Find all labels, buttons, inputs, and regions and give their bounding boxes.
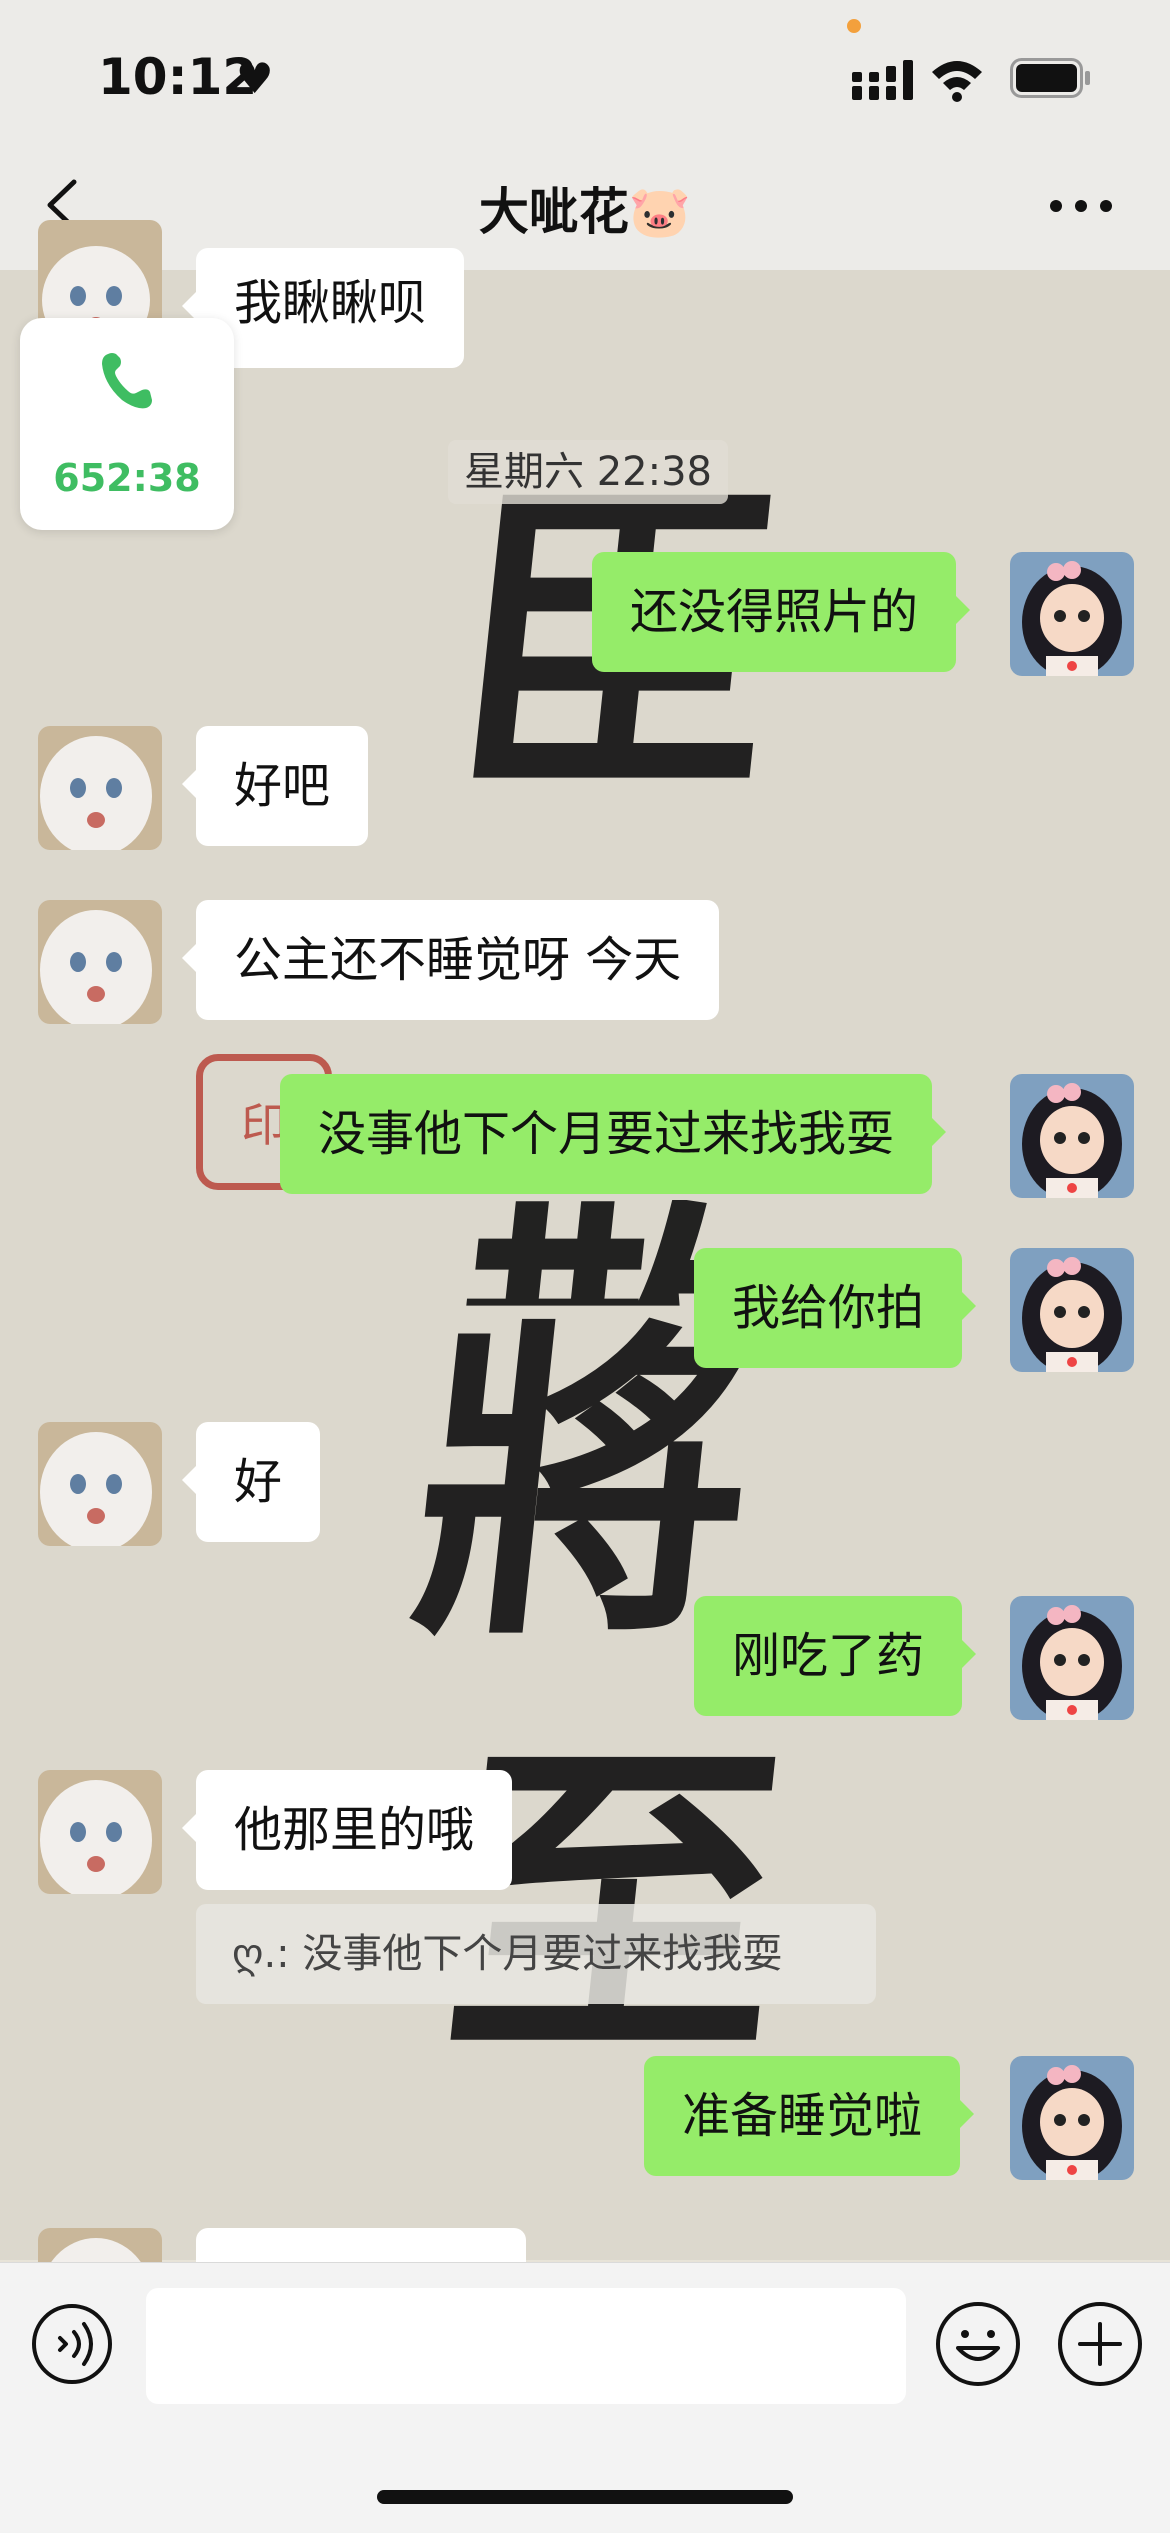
self-avatar[interactable] bbox=[1010, 1248, 1134, 1372]
contact-avatar[interactable] bbox=[38, 1422, 162, 1546]
chat-title: 大呲花🐷 bbox=[478, 183, 692, 241]
heart-icon: ♥ bbox=[236, 54, 274, 103]
incoming-message-bubble[interactable]: 公主还不睡觉呀 今天 bbox=[181, 900, 720, 1020]
privacy-indicator-dot bbox=[847, 19, 861, 33]
status-time: 10:12 bbox=[98, 48, 258, 106]
incoming-message-bubble[interactable] bbox=[182, 2228, 526, 2300]
wifi-icon bbox=[932, 61, 982, 102]
signal-icon bbox=[852, 60, 913, 100]
status-bar: 10:12 ♥ bbox=[0, 0, 1170, 150]
self-avatar[interactable] bbox=[1010, 1074, 1134, 1198]
battery-icon bbox=[1010, 58, 1090, 98]
voice-icon[interactable] bbox=[30, 2302, 114, 2386]
contact-avatar[interactable] bbox=[38, 900, 162, 1024]
outgoing-message-bubble[interactable]: 准备睡觉啦 bbox=[644, 2056, 975, 2176]
call-duration: 652:38 bbox=[53, 456, 201, 500]
outgoing-message-bubble[interactable]: 刚吃了药 bbox=[694, 1596, 977, 1716]
outgoing-message-bubble[interactable]: 还没得照片的 bbox=[592, 552, 971, 672]
incoming-message-bubble[interactable]: 好 bbox=[181, 1422, 321, 1542]
quoted-message[interactable]: ღ.: 没事他下个月要过来找我耍 bbox=[196, 1904, 876, 2004]
incoming-message-bubble[interactable]: 我瞅瞅呗 bbox=[181, 248, 465, 368]
contact-avatar[interactable] bbox=[38, 726, 162, 850]
ongoing-call-card[interactable]: 652:38 bbox=[20, 318, 234, 530]
message-timestamp: 星期六 22:38 bbox=[448, 440, 728, 504]
more-icon[interactable] bbox=[1048, 196, 1114, 216]
outgoing-message-bubble[interactable]: 我给你拍 bbox=[694, 1248, 977, 1368]
message-input[interactable] bbox=[146, 2288, 906, 2404]
self-avatar[interactable] bbox=[1010, 552, 1134, 676]
contact-avatar[interactable] bbox=[38, 1770, 162, 1894]
plus-icon[interactable] bbox=[1056, 2300, 1144, 2388]
self-avatar[interactable] bbox=[1010, 1596, 1134, 1720]
incoming-message-bubble[interactable]: 好吧 bbox=[181, 726, 369, 846]
incoming-message-bubble[interactable]: 他那里的哦 bbox=[181, 1770, 513, 1890]
self-avatar[interactable] bbox=[1010, 2056, 1134, 2180]
contact-avatar[interactable] bbox=[38, 2228, 162, 2262]
outgoing-message-bubble[interactable]: 没事他下个月要过来找我耍 bbox=[280, 1074, 947, 1194]
phone-icon bbox=[102, 353, 152, 409]
home-indicator[interactable] bbox=[377, 2490, 793, 2504]
emoji-icon[interactable] bbox=[934, 2300, 1022, 2388]
